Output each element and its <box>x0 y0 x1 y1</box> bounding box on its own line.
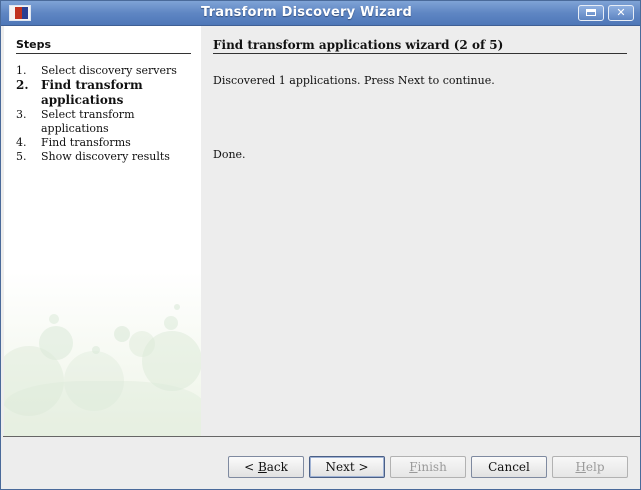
step-number: 5. <box>16 150 27 163</box>
step-label: Select discovery servers <box>41 64 177 77</box>
back-button-rest: ack <box>266 460 288 474</box>
step-item: 5. Show discovery results <box>16 150 196 164</box>
steps-list: 1. Select discovery servers 2. Find tran… <box>16 64 196 164</box>
button-divider <box>3 436 640 437</box>
step-label: Show discovery results <box>41 150 170 163</box>
step-label: Select transform applications <box>41 108 135 135</box>
step-item: 4. Find transforms <box>16 136 196 150</box>
step-number: 1. <box>16 64 27 77</box>
finish-button-rest: inish <box>417 460 447 474</box>
maximize-button[interactable] <box>578 5 604 21</box>
page-title: Find transform applications wizard (2 of… <box>213 38 627 54</box>
step-item: 3. Select transform applications <box>16 108 196 136</box>
back-button[interactable]: < Back <box>228 456 304 478</box>
step-item: 1. Select discovery servers <box>16 64 196 78</box>
steps-sidebar: Steps 1. Select discovery servers 2. Fin… <box>4 26 201 436</box>
step-number: 2. <box>16 78 29 92</box>
finish-button[interactable]: Finish <box>390 456 466 478</box>
help-button-rest: elp <box>585 460 605 474</box>
window-title: Transform Discovery Wizard <box>200 5 413 20</box>
finish-button-mnemonic: F <box>409 460 418 474</box>
step-item-current: 2. Find transform applications <box>16 78 196 108</box>
wizard-content: Find transform applications wizard (2 of… <box>202 26 640 436</box>
step-label: Find transforms <box>41 136 131 149</box>
help-button-mnemonic: H <box>575 460 586 474</box>
steps-heading: Steps <box>16 38 191 54</box>
next-button[interactable]: Next > <box>309 456 385 478</box>
back-button-mnemonic: B <box>257 460 267 474</box>
wizard-window: Transform Discovery Wizard ✕ Steps 1. Se… <box>0 0 641 490</box>
step-number: 3. <box>16 108 27 121</box>
title-bar[interactable]: Transform Discovery Wizard ✕ <box>1 1 640 26</box>
step-number: 4. <box>16 136 27 149</box>
maximize-icon <box>586 9 596 16</box>
close-icon: ✕ <box>616 6 626 19</box>
cancel-button[interactable]: Cancel <box>471 456 547 478</box>
discovery-message: Discovered 1 applications. Press Next to… <box>213 74 495 87</box>
close-button[interactable]: ✕ <box>608 5 634 21</box>
status-text: Done. <box>213 148 246 161</box>
help-button[interactable]: Help <box>552 456 628 478</box>
back-button-prefix: < <box>244 460 258 474</box>
step-label: Find transform applications <box>41 78 143 107</box>
